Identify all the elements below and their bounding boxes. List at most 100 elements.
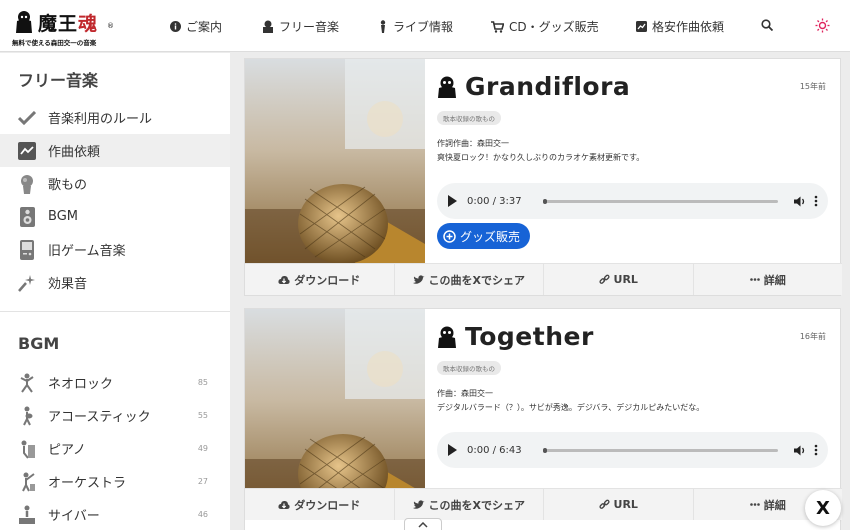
scroll-to-top-button[interactable] [404,518,442,530]
sidebar-item-old-game-music[interactable]: 旧ゲーム音楽 [0,233,230,266]
gameboy-icon [16,239,38,261]
microphone-thumbnail[interactable] [245,59,425,263]
song-actions: ダウンロード この曲をXでシェア URL 詳細 [245,488,842,520]
url-button[interactable]: URL [544,489,694,520]
chevron-up-icon [418,522,428,528]
url-label: URL [613,273,638,286]
sidebar-item-orchestra[interactable]: オーケストラ 27 [0,465,230,498]
ellipsis-icon [749,503,760,506]
nav-cd-goods[interactable]: CD・グッズ販売 [491,18,599,35]
sidebar-item-label: 効果音 [48,277,88,292]
sidebar-divider [0,311,230,312]
url-label: URL [613,498,638,511]
dj-icon [16,504,38,526]
sidebar-item-label: サイバー [48,509,100,524]
sidebar-item-count: 27 [197,477,208,486]
sidebar-section-title-free-music: フリー音楽 [18,71,99,90]
speaker-icon [16,206,38,228]
detail-label: 詳細 [763,498,786,512]
sidebar-item-label: BGM [48,209,78,224]
microphone-thumbnail[interactable] [245,309,425,513]
sidebar-item-label: 作曲依頼 [48,145,101,160]
share-x-button[interactable]: この曲をXでシェア [395,489,544,520]
figure-icon [263,20,273,33]
sidebar-item-count: 85 [197,378,208,387]
cloud-download-icon [278,275,290,284]
bird-icon [412,274,424,284]
nav-info[interactable]: ご案内 [170,18,222,35]
sidebar-item-piano[interactable]: ピアノ 49 [0,432,230,465]
sidebar-item-count: 46 [197,510,208,519]
song-actions: ダウンロード この曲をXでシェア URL 詳細 [245,263,842,295]
nav-live-info[interactable]: ライブ情報 [378,18,453,35]
song-title[interactable]: Together [437,322,594,351]
sidebar-item-label: アコースティック [48,410,151,425]
song-tag[interactable]: 歌本収録の歌もの [437,111,501,125]
download-button[interactable]: ダウンロード [245,489,395,520]
check-icon [16,107,38,129]
download-button[interactable]: ダウンロード [245,264,395,295]
sidebar-item-label: 旧ゲーム音楽 [48,244,126,259]
play-icon[interactable] [447,195,457,207]
sidebar-item-sound-effects[interactable]: 効果音 [0,266,230,299]
sidebar-item-neo-rock[interactable]: ネオロック 85 [0,366,230,399]
nav-live-info-label: ライブ情報 [393,20,454,34]
plus-circle-icon [443,229,456,243]
site-header: 魔王魂 ® 無料で使える森田交一の音楽 ご案内 フリー音楽 ライブ情報 CD・グ… [0,0,850,52]
audio-progress-bar[interactable] [543,198,778,204]
goods-sale-button[interactable]: グッズ販売 [437,223,531,249]
volume-icon[interactable] [794,445,806,456]
audio-progress-knob[interactable] [543,198,547,204]
sidebar-item-label: 歌もの [48,178,88,193]
song-age: 15年前 [799,82,826,91]
download-label: ダウンロード [294,498,361,512]
song-card: Together 16年前 歌本収録の歌もの 作曲：森田交一 デジタルバラード（… [244,308,842,530]
sun-icon[interactable] [815,18,830,33]
more-vertical-icon[interactable] [814,444,818,456]
audio-player: 0:00 / 3:37 [437,183,828,219]
chart-line-icon [16,140,38,162]
song-description: 作曲：森田交一 デジタルバラード（？）。サビが秀逸。デジバラ、デジカルピみたいだ… [437,387,704,415]
song-card: Grandiflora 15年前 歌本収録の歌もの 作詞作曲：森田交一 爽快夏ロ… [244,58,842,296]
goods-sale-label: グッズ販売 [460,229,521,244]
link-icon [598,499,610,509]
share-x-button[interactable]: この曲をXでシェア [395,264,544,295]
sidebar-item-acoustic[interactable]: アコースティック 55 [0,399,230,432]
ellipsis-icon [749,278,760,281]
singer-icon [380,20,386,33]
play-icon[interactable] [447,444,457,456]
song-credit: 作詞作曲：森田交一 [437,139,509,148]
volume-icon[interactable] [794,196,806,207]
detail-button[interactable]: 詳細 [694,264,843,295]
sidebar-item-cyber[interactable]: サイバー 46 [0,498,230,530]
nav-composition-request[interactable]: 格安作曲依頼 [636,18,724,35]
sidebar-item-composition-request[interactable]: 作曲依頼 [0,134,230,167]
audio-player: 0:00 / 6:43 [437,432,828,468]
more-vertical-icon[interactable] [814,195,818,207]
logo-title: 魔王魂 [38,13,99,35]
site-logo[interactable]: 魔王魂 ® 無料で使える森田交一の音楽 [12,7,117,47]
sidebar-item-label: ネオロック [48,377,114,392]
cloud-download-icon [278,500,290,509]
singer-icon [16,173,38,195]
sidebar-item-bgm[interactable]: BGM [0,200,230,233]
audio-progress-knob[interactable] [543,447,547,453]
song-tag[interactable]: 歌本収録の歌もの [437,361,501,375]
sidebar-item-label: 音楽利用のルール [48,112,153,127]
demon-king-icon [16,11,32,33]
search-icon[interactable] [761,19,773,31]
sidebar-item-usage-rules[interactable]: 音楽利用のルール [0,101,230,134]
x-share-floating-button[interactable]: X [805,490,841,526]
sidebar: フリー音楽 音楽利用のルール 作曲依頼 歌もの BGM 旧ゲーム音楽 効果音 B… [0,53,230,530]
sidebar-item-count: 55 [197,411,208,420]
logo-registered-mark: ® [107,22,114,30]
sidebar-item-songs[interactable]: 歌もの [0,167,230,200]
song-title[interactable]: Grandiflora [437,72,630,101]
nav-free-music[interactable]: フリー音楽 [262,18,339,35]
song-title-text: Grandiflora [465,72,631,101]
audio-progress-bar[interactable] [543,447,778,453]
share-x-label: この曲をXでシェア [428,273,525,287]
cart-icon [491,20,504,33]
song-description: 作詞作曲：森田交一 爽快夏ロック！かなり久しぶりのカラオケ素材更新です。 [437,137,644,165]
url-button[interactable]: URL [544,264,694,295]
